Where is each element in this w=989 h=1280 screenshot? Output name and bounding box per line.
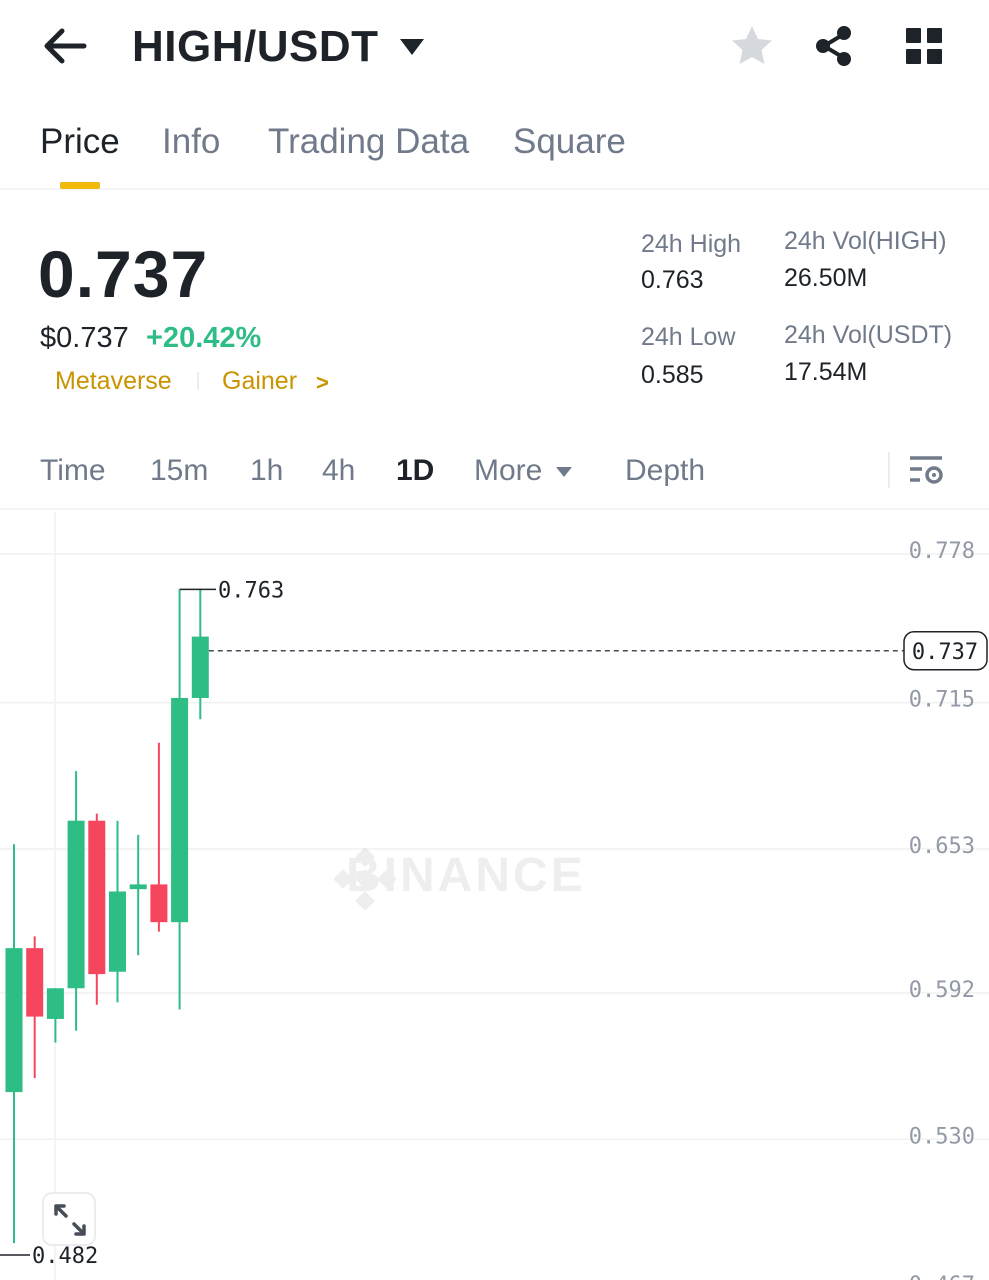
y-tick-label: 0.715 — [909, 688, 975, 713]
tab-info[interactable]: Info — [162, 122, 220, 162]
price-usd: $0.737 — [40, 322, 129, 354]
active-tab-indicator — [60, 182, 100, 189]
candle-body — [67, 820, 85, 989]
min-price-label: 0.482 — [32, 1244, 98, 1269]
last-price-label: 0.737 — [912, 640, 978, 665]
pair-title: HIGH/USDT — [132, 22, 379, 71]
interval-more[interactable]: More — [474, 454, 542, 488]
last-price: 0.737 — [38, 237, 209, 311]
tag-divider — [197, 372, 199, 390]
candle-body — [88, 820, 106, 975]
caret-down-icon — [556, 467, 572, 477]
grid-icon[interactable] — [904, 26, 944, 66]
y-tick-label: 0.467 — [909, 1273, 975, 1280]
stat-high-label: 24h High — [641, 230, 742, 258]
candle-body — [191, 636, 209, 698]
share-icon[interactable] — [812, 24, 856, 68]
interval-time[interactable]: Time — [40, 454, 106, 488]
interval-4h[interactable]: 4h — [322, 454, 355, 488]
caret-down-icon — [399, 39, 424, 55]
y-tick-label: 0.778 — [909, 539, 975, 564]
stat-low-label: 24h Low — [641, 323, 736, 351]
stat-vol-quote-value: 17.54M — [784, 358, 868, 386]
tab-bar: Price Info Trading Data Square — [0, 96, 989, 190]
price-change: +20.42% — [146, 322, 262, 354]
chart-settings-icon[interactable] — [908, 454, 946, 488]
pair-selector[interactable]: HIGH/USDT — [132, 22, 425, 72]
expand-icon — [54, 1204, 86, 1236]
interval-1h[interactable]: 1h — [250, 454, 283, 488]
tab-square[interactable]: Square — [513, 122, 626, 162]
interval-1d[interactable]: 1D — [396, 454, 434, 488]
candle-body — [26, 948, 44, 1017]
y-tick-label: 0.530 — [909, 1124, 975, 1149]
top-bar: HIGH/USDT — [0, 0, 989, 96]
back-arrow-icon[interactable] — [40, 24, 90, 68]
tab-trading-data[interactable]: Trading Data — [268, 122, 469, 162]
chevron-right-icon[interactable]: > — [316, 370, 329, 396]
interval-bar: Time 15m 1h 4h 1D More Depth — [0, 430, 989, 510]
interval-divider — [888, 452, 890, 488]
binance-logo-icon — [334, 848, 396, 910]
interval-15m[interactable]: 15m — [150, 454, 208, 488]
stat-high-value: 0.763 — [641, 266, 704, 294]
candle-body — [5, 948, 23, 1093]
stat-vol-base-value: 26.50M — [784, 264, 868, 292]
y-tick-label: 0.653 — [909, 834, 975, 859]
candle-body — [129, 884, 147, 890]
candlestick-chart[interactable]: 0.778 0.715 0.653 0.592 0.530 0.467 0.763 0.482… — [0, 512, 989, 1280]
interval-depth[interactable]: Depth — [625, 454, 705, 488]
fullscreen-button[interactable] — [42, 1192, 96, 1246]
stat-low-value: 0.585 — [641, 361, 704, 389]
candle-body — [150, 884, 168, 923]
binance-watermark: BINANCE — [334, 848, 586, 910]
stat-vol-base-label: 24h Vol(HIGH) — [784, 227, 947, 255]
candle-body — [171, 697, 189, 923]
tab-price[interactable]: Price — [40, 122, 120, 162]
candle-body — [46, 988, 64, 1019]
y-tick-label: 0.592 — [909, 978, 975, 1003]
star-icon[interactable] — [728, 22, 776, 70]
candle-body — [109, 891, 126, 972]
max-price-label: 0.763 — [218, 578, 284, 603]
stat-vol-quote-label: 24h Vol(USDT) — [784, 321, 953, 349]
tag-gainer[interactable]: Gainer — [222, 367, 297, 396]
tag-metaverse[interactable]: Metaverse — [55, 367, 172, 396]
